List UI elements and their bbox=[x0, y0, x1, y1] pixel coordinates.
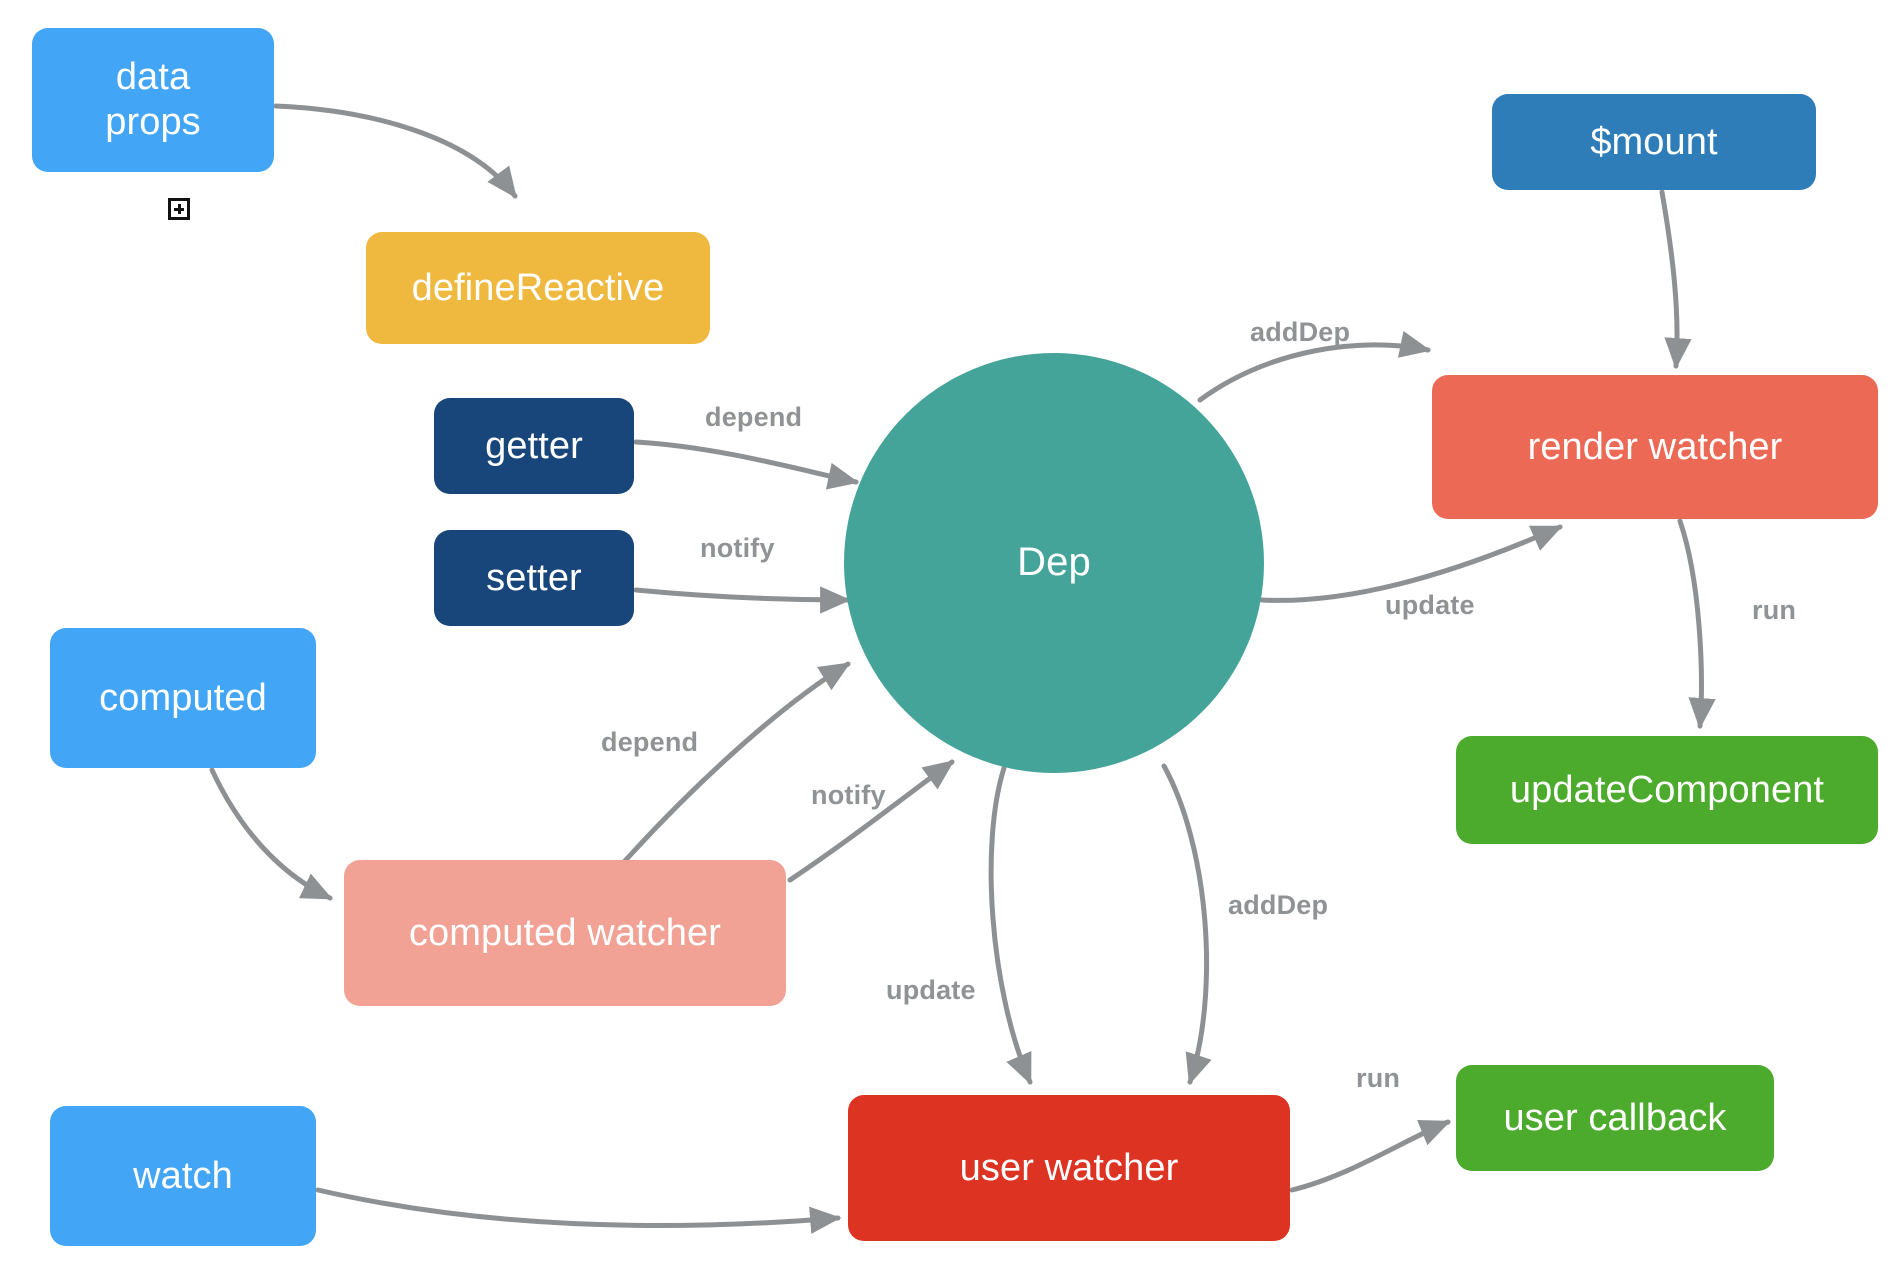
node-label-getter: getter bbox=[485, 424, 583, 467]
edge-computed-watcher-to-dep-depend bbox=[621, 661, 851, 865]
node-label-data-props: data props bbox=[105, 56, 201, 143]
node-label-computed-watcher: computed watcher bbox=[408, 911, 722, 954]
edge-getter-to-dep bbox=[633, 439, 860, 490]
edge-user-watcher-to-user-callback bbox=[1289, 1119, 1451, 1193]
crosshair-cursor-icon bbox=[168, 198, 190, 220]
node-label-user-callback: user callback bbox=[1503, 1096, 1727, 1139]
edge-dep-to-user-watcher-adddep bbox=[1161, 763, 1212, 1085]
node-label-user-watcher: user watcher bbox=[959, 1146, 1179, 1189]
edge-dep-to-render-watcher-adddep bbox=[1197, 331, 1432, 403]
edge-mount-to-render-watcher bbox=[1659, 189, 1692, 370]
edge-label-adddep-user: addDep bbox=[1228, 890, 1329, 920]
edge-data-props-to-define-reactive bbox=[273, 103, 518, 199]
node-render-watcher[interactable]: render watcher bbox=[1432, 375, 1878, 519]
edge-label-run-user-callback: run bbox=[1356, 1063, 1401, 1093]
node-label-dep: Dep bbox=[1017, 540, 1091, 585]
node-data-props[interactable]: data props bbox=[32, 28, 274, 172]
node-mount[interactable]: $mount bbox=[1492, 94, 1816, 190]
edge-setter-to-dep bbox=[633, 586, 852, 614]
edge-label-depend-getter: depend bbox=[705, 402, 803, 432]
node-user-watcher[interactable]: user watcher bbox=[848, 1095, 1290, 1241]
node-user-callback[interactable]: user callback bbox=[1456, 1065, 1774, 1171]
node-label-define-reactive: defineReactive bbox=[411, 266, 665, 309]
edge-label-notify-computed: notify bbox=[811, 780, 886, 810]
node-label-computed: computed bbox=[99, 676, 267, 719]
node-dep[interactable]: Dep bbox=[844, 353, 1264, 773]
node-update-component[interactable]: updateComponent bbox=[1456, 736, 1878, 844]
edge-label-notify-setter: notify bbox=[700, 533, 775, 563]
node-computed-watcher[interactable]: computed watcher bbox=[344, 860, 786, 1006]
edge-watch-to-user-watcher bbox=[315, 1187, 842, 1234]
edge-label-adddep-render: addDep bbox=[1250, 317, 1351, 347]
edge-label-update-render: update bbox=[1385, 590, 1475, 620]
edge-label-update-user: update bbox=[886, 975, 976, 1005]
node-label-mount: $mount bbox=[1590, 120, 1718, 163]
node-label-update-component: updateComponent bbox=[1509, 768, 1825, 811]
node-label-setter: setter bbox=[486, 556, 582, 599]
node-label-watch: watch bbox=[133, 1154, 233, 1197]
node-label-render-watcher: render watcher bbox=[1527, 425, 1783, 468]
node-define-reactive[interactable]: defineReactive bbox=[366, 232, 710, 344]
node-setter[interactable]: setter bbox=[434, 530, 634, 626]
edge-computed-to-computed-watcher bbox=[209, 767, 333, 901]
edge-dep-to-user-watcher-update bbox=[988, 765, 1033, 1085]
diagram-canvas: data props defineReactive getter setter … bbox=[0, 0, 1898, 1278]
edge-label-run-update-component: run bbox=[1752, 595, 1797, 625]
node-computed[interactable]: computed bbox=[50, 628, 316, 768]
edge-label-depend-computed: depend bbox=[601, 727, 699, 757]
node-watch[interactable]: watch bbox=[50, 1106, 316, 1246]
node-getter[interactable]: getter bbox=[434, 398, 634, 494]
edge-render-watcher-to-update-component bbox=[1677, 518, 1716, 730]
